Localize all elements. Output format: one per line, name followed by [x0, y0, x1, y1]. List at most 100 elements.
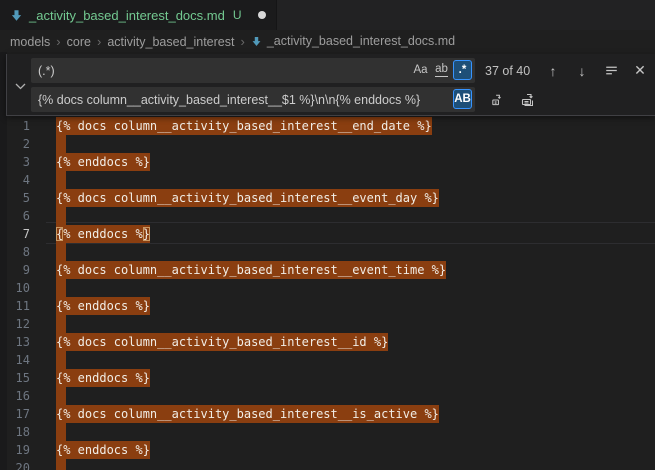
- line-text: [56, 351, 66, 369]
- code-line[interactable]: 7 {% enddocs %}: [0, 225, 655, 243]
- code-line[interactable]: 19 {% enddocs %}: [0, 441, 655, 459]
- breadcrumb-file[interactable]: _activity_based_interest_docs.md: [251, 34, 455, 48]
- code-line[interactable]: 11{% enddocs %}: [0, 297, 655, 315]
- empty-line-match-highlight: [56, 207, 66, 225]
- code-line[interactable]: 14: [0, 351, 655, 369]
- breadcrumb-separator: ›: [234, 34, 250, 49]
- breadcrumb-separator: ›: [91, 34, 107, 49]
- find-match-highlight: {% docs column__activity_based_interest_…: [56, 117, 432, 135]
- line-text: {% enddocs %}: [56, 153, 150, 171]
- code-line[interactable]: 4: [0, 171, 655, 189]
- find-match-highlight: {% docs column__activity_based_interest_…: [56, 333, 388, 351]
- line-text: [56, 207, 66, 225]
- code-line[interactable]: 8: [0, 243, 655, 261]
- line-number: 17: [0, 405, 30, 423]
- code-line[interactable]: 13 {% docs column__activity_based_interes…: [0, 333, 655, 351]
- line-text: [56, 315, 66, 333]
- line-number: 6: [0, 207, 30, 225]
- tab-active[interactable]: _activity_based_interest_docs.md U: [0, 0, 277, 30]
- line-text: {% docs column__activity_based_interest_…: [56, 333, 388, 351]
- line-number: 15: [0, 369, 30, 387]
- breadcrumb-item[interactable]: models: [10, 35, 50, 49]
- line-text: [56, 423, 66, 441]
- line-text: {% enddocs %}: [56, 225, 150, 243]
- find-match-highlight: {% docs column__activity_based_interest_…: [56, 261, 446, 279]
- tab-bar: _activity_based_interest_docs.md U: [0, 0, 655, 30]
- code-line[interactable]: 9 {% docs column__activity_based_interest…: [0, 261, 655, 279]
- whole-word-toggle[interactable]: ab: [432, 60, 451, 80]
- breadcrumb: models›core›activity_based_interest› _ac…: [0, 30, 655, 52]
- close-find-button[interactable]: ✕: [630, 61, 650, 81]
- find-replace-widget: (.*) Aa ab .* 37 of 40 ↑ ↓ ✕: [6, 54, 655, 116]
- breadcrumb-item[interactable]: core: [67, 35, 91, 49]
- find-input[interactable]: (.*) Aa ab .*: [31, 58, 475, 83]
- editor-pane[interactable]: (.*) Aa ab .* 37 of 40 ↑ ↓ ✕: [0, 52, 655, 470]
- find-match-highlight: {% docs column__activity_based_interest_…: [56, 189, 439, 207]
- next-match-button[interactable]: ↓: [572, 61, 592, 81]
- replace-button[interactable]: [487, 90, 507, 110]
- line-number: 4: [0, 171, 30, 189]
- line-number: 5: [0, 189, 30, 207]
- line-number: 9: [0, 261, 30, 279]
- replace-input[interactable]: {% docs column__activity_based_interest_…: [31, 87, 475, 112]
- line-number: 12: [0, 315, 30, 333]
- empty-line-match-highlight: [56, 171, 66, 189]
- code-line[interactable]: 18: [0, 423, 655, 441]
- find-match-highlight: {% enddocs %}: [56, 225, 150, 243]
- replace-value: {% docs column__activity_based_interest_…: [38, 93, 420, 107]
- previous-match-button[interactable]: ↑: [543, 61, 563, 81]
- empty-line-match-highlight: [56, 423, 66, 441]
- find-query: (.*): [38, 64, 55, 78]
- breadcrumb-separator: ›: [50, 34, 66, 49]
- line-number: 10: [0, 279, 30, 297]
- code-line[interactable]: 5 {% docs column__activity_based_interest…: [0, 189, 655, 207]
- code-line[interactable]: 3 {% enddocs %}: [0, 153, 655, 171]
- line-number: 1: [0, 117, 30, 135]
- line-text: {% docs column__activity_based_interest_…: [56, 117, 432, 135]
- replace-all-button[interactable]: [518, 90, 538, 110]
- code-area[interactable]: 1 {% docs column__activity_based_interest…: [0, 117, 655, 470]
- line-number: 20: [0, 459, 30, 470]
- line-text: [56, 387, 66, 405]
- line-text: {% docs column__activity_based_interest_…: [56, 189, 439, 207]
- find-match-highlight: {% enddocs %}: [56, 369, 150, 387]
- code-line[interactable]: 1 {% docs column__activity_based_interest…: [0, 117, 655, 135]
- match-case-toggle[interactable]: Aa: [411, 60, 430, 80]
- code-line[interactable]: 20: [0, 459, 655, 470]
- code-line[interactable]: 15 {% enddocs %}: [0, 369, 655, 387]
- line-number: 16: [0, 387, 30, 405]
- regex-toggle[interactable]: .*: [453, 60, 472, 80]
- line-number: 18: [0, 423, 30, 441]
- line-text: {% enddocs %}: [56, 441, 150, 459]
- code-line[interactable]: 2: [0, 135, 655, 153]
- find-match-highlight: {% docs column__activity_based_interest_…: [56, 405, 439, 423]
- code-line[interactable]: 17 {% docs column__activity_based_interes…: [0, 405, 655, 423]
- line-number: 13: [0, 333, 30, 351]
- modified-dot-icon[interactable]: [258, 11, 266, 19]
- empty-line-match-highlight: [56, 135, 66, 153]
- line-number: 3: [0, 153, 30, 171]
- line-text: {% enddocs %}: [56, 297, 150, 315]
- breadcrumb-item[interactable]: activity_based_interest: [107, 35, 234, 49]
- empty-line-match-highlight: [56, 315, 66, 333]
- line-text: {% docs column__activity_based_interest_…: [56, 261, 446, 279]
- line-number: 8: [0, 243, 30, 261]
- find-match-highlight: {% enddocs %}: [56, 297, 150, 315]
- line-text: [56, 279, 66, 297]
- code-line[interactable]: 10: [0, 279, 655, 297]
- line-number: 2: [0, 135, 30, 153]
- line-number: 7: [0, 225, 30, 243]
- find-in-selection-button[interactable]: [601, 61, 621, 81]
- line-number: 19: [0, 441, 30, 459]
- line-text: {% enddocs %}: [56, 369, 150, 387]
- preserve-case-toggle[interactable]: AB: [453, 89, 472, 109]
- toggle-replace-chevron-icon[interactable]: [12, 80, 28, 92]
- empty-line-match-highlight: [56, 351, 66, 369]
- code-line[interactable]: 16: [0, 387, 655, 405]
- line-number: 14: [0, 351, 30, 369]
- code-line[interactable]: 12: [0, 315, 655, 333]
- line-text: [56, 135, 66, 153]
- matching-bracket-close: }: [143, 227, 150, 241]
- matching-bracket-open: {: [56, 227, 63, 241]
- empty-line-match-highlight: [56, 387, 66, 405]
